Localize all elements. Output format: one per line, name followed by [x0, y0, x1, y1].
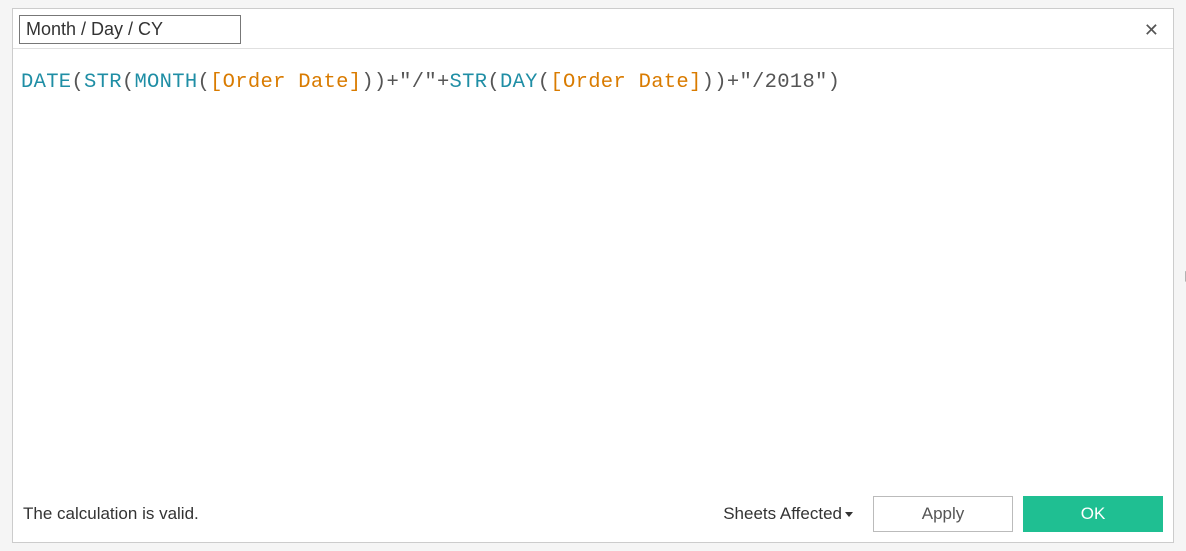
dialog-header: ✕ [13, 9, 1173, 49]
close-icon[interactable]: ✕ [1140, 21, 1163, 39]
apply-button[interactable]: Apply [873, 496, 1013, 532]
formula-token-field: [Order Date] [210, 71, 361, 94]
field-name-input[interactable] [19, 15, 241, 44]
sheets-affected-dropdown[interactable]: Sheets Affected [723, 504, 853, 524]
formula-token-punct: ( [538, 71, 551, 94]
formula-token-func: STR [84, 71, 122, 94]
formula-token-punct: ))+ [361, 71, 399, 94]
formula-token-func: DATE [21, 71, 71, 94]
ok-button[interactable]: OK [1023, 496, 1163, 532]
calculation-editor-dialog: ✕ DATE(STR(MONTH([Order Date]))+"/"+STR(… [12, 8, 1174, 543]
chevron-down-icon [845, 512, 853, 517]
formula-token-field: [Order Date] [550, 71, 701, 94]
formula-token-punct: ))+ [702, 71, 740, 94]
formula-token-punct: ( [71, 71, 84, 94]
formula-token-str: "/2018" [739, 71, 827, 94]
validation-status: The calculation is valid. [23, 504, 199, 524]
formula-token-func: STR [450, 71, 488, 94]
formula-token-punct: ) [828, 71, 841, 94]
dialog-footer: The calculation is valid. Sheets Affecte… [13, 486, 1173, 542]
formula-editor[interactable]: DATE(STR(MONTH([Order Date]))+"/"+STR(DA… [13, 49, 1173, 486]
formula-token-str: "/" [399, 71, 437, 94]
formula-token-punct: ( [197, 71, 210, 94]
formula-token-punct: + [437, 71, 450, 94]
formula-token-punct: ( [122, 71, 135, 94]
formula-token-func: MONTH [134, 71, 197, 94]
sheets-affected-label: Sheets Affected [723, 504, 842, 524]
formula-token-punct: ( [487, 71, 500, 94]
formula-token-func: DAY [500, 71, 538, 94]
